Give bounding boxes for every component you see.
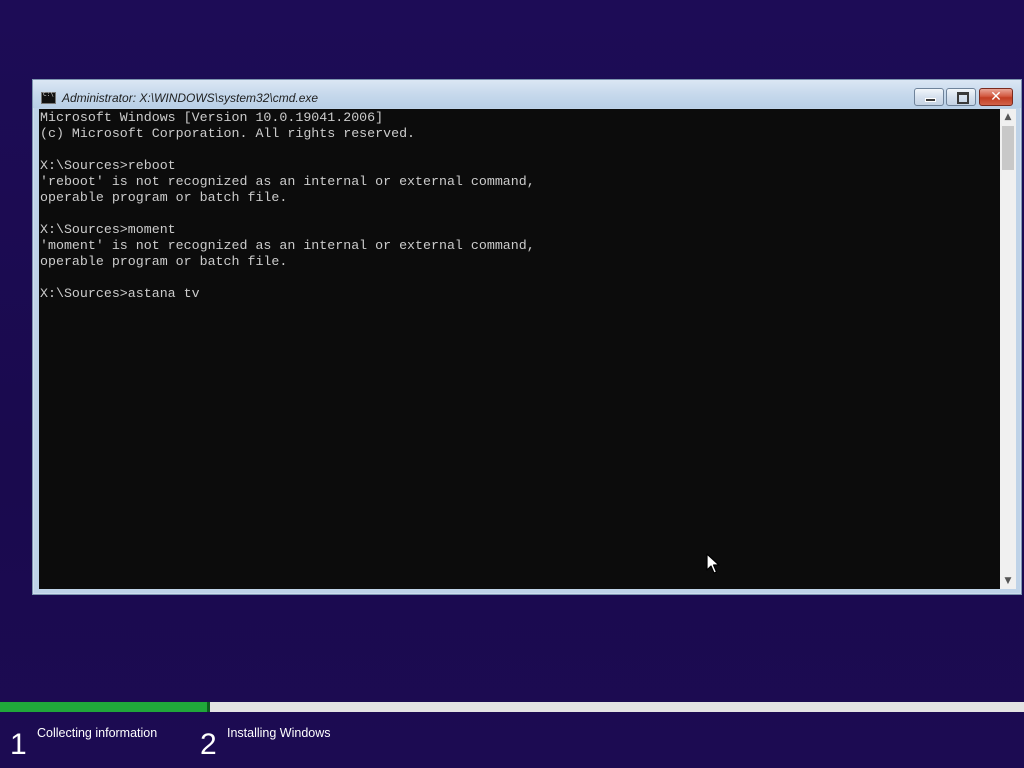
cmd-window[interactable]: Administrator: X:\WINDOWS\system32\cmd.e… [32,79,1022,595]
scroll-thumb[interactable] [1002,126,1014,170]
step-2-number: 2 [200,728,217,761]
console-line: 'moment' is not recognized as an interna… [40,238,535,253]
minimize-button[interactable] [914,88,944,106]
cmd-icon[interactable] [41,91,56,104]
scroll-down-icon[interactable]: ▼ [1000,573,1016,589]
console-line: (c) Microsoft Corporation. All rights re… [40,126,416,141]
console-line: operable program or batch file. [40,254,288,269]
setup-progress-bar [0,702,1024,712]
setup-progress-marker [206,702,210,712]
close-icon: ✕ [990,89,1002,105]
step-1-number: 1 [10,728,27,761]
maximize-icon [957,92,969,104]
setup-progress-fill [0,702,210,712]
maximize-button[interactable] [946,88,976,106]
console-line: Microsoft Windows [Version 10.0.19041.20… [40,110,384,125]
console-line: 'reboot' is not recognized as an interna… [40,174,535,189]
command-prompt-line[interactable]: X:\Sources>astana tv [39,286,1000,302]
window-title: Administrator: X:\WINDOWS\system32\cmd.e… [62,91,319,105]
vertical-scrollbar[interactable]: ▲ ▼ [1000,109,1016,589]
close-button[interactable]: ✕ [979,88,1013,106]
scroll-up-icon[interactable]: ▲ [1000,109,1016,125]
minimize-icon [925,98,936,102]
title-bar[interactable]: Administrator: X:\WINDOWS\system32\cmd.e… [33,80,1021,108]
console-line: X:\Sources>moment [40,222,176,237]
step-2-label: Installing Windows [227,726,331,740]
console-line: X:\Sources>reboot [40,158,176,173]
setup-background: Administrator: X:\WINDOWS\system32\cmd.e… [0,0,1024,768]
console-line: operable program or batch file. [40,190,288,205]
console-output[interactable]: Microsoft Windows [Version 10.0.19041.20… [39,109,1000,589]
mouse-pointer-icon [706,553,720,574]
step-1-label: Collecting information [37,726,158,740]
